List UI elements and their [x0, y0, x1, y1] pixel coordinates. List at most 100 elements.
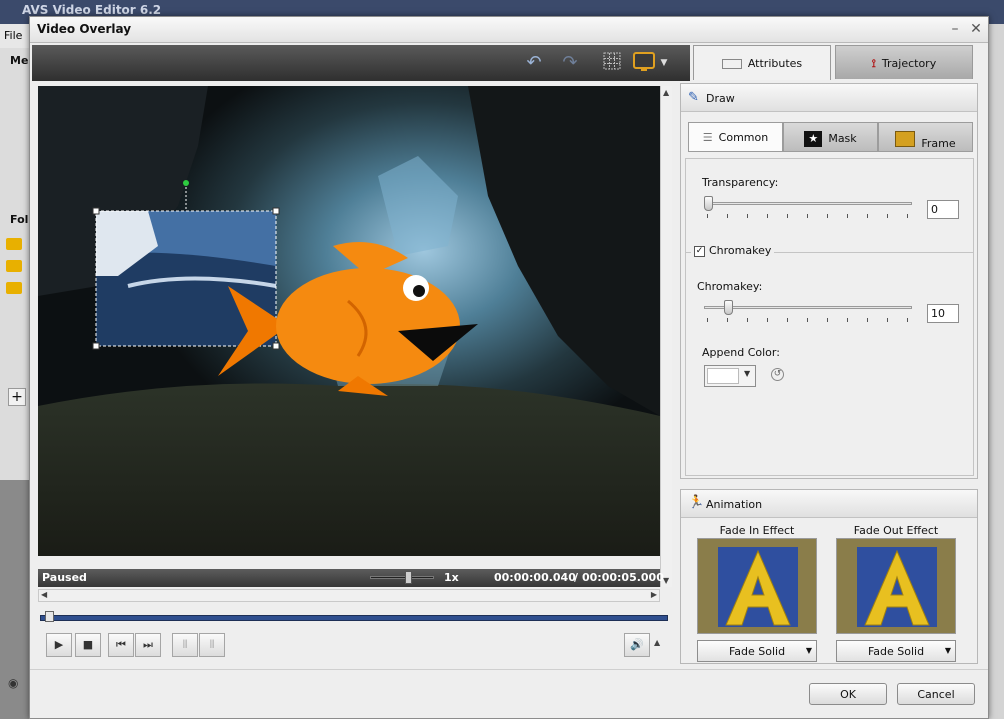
- fade-out-label: Fade Out Effect: [853, 524, 939, 537]
- chromakey-slider-track: [704, 306, 912, 309]
- running-figure-icon: 🏃: [688, 495, 705, 510]
- chromakey-checkbox[interactable]: ✓: [694, 245, 705, 257]
- chevron-down-icon: ▼: [744, 369, 751, 378]
- volume-expand-icon[interactable]: ▲: [654, 638, 660, 647]
- chevron-down-icon: ▼: [805, 646, 812, 655]
- transparency-ticks: [707, 214, 909, 218]
- brush-icon: ✎: [688, 90, 699, 105]
- next-frame-button[interactable]: ⏭: [135, 633, 161, 657]
- chromakey-slider[interactable]: [704, 300, 912, 320]
- previous-frame-button[interactable]: ⏮: [108, 633, 134, 657]
- folder-icon: [6, 260, 22, 272]
- playback-status: Paused: [42, 571, 87, 584]
- chromakey-slider-thumb[interactable]: [723, 300, 733, 315]
- draw-section: ✎ Draw ☰ Common ★ Mask Frame Transparency:…: [680, 83, 978, 479]
- append-color-swatch: [707, 368, 739, 384]
- draw-header: ✎ Draw: [681, 84, 977, 112]
- scroll-left-icon[interactable]: ◀: [41, 590, 47, 599]
- timeline-playhead[interactable]: [44, 611, 54, 622]
- add-icon[interactable]: +: [8, 388, 26, 406]
- speed-slider[interactable]: [370, 571, 434, 584]
- draw-header-label: Draw: [706, 92, 735, 105]
- stop-button[interactable]: ■: [75, 633, 101, 657]
- attributes-icon: [721, 59, 742, 69]
- mark-out-button[interactable]: ⫴: [199, 633, 225, 657]
- ok-button[interactable]: OK: [809, 683, 887, 705]
- tab-trajectory-label: Trajectory: [881, 57, 937, 70]
- grid-icon[interactable]: [600, 51, 624, 75]
- trajectory-icon: ⟟: [871, 57, 876, 70]
- animation-section: 🏃 Animation Fade In Effect Fade Out Effe…: [680, 489, 978, 664]
- player-status-bar: Paused 1x 00:00:00.040 / 00:00:05.000: [38, 569, 664, 587]
- monitor-icon[interactable]: [632, 51, 656, 75]
- transparency-value-input[interactable]: 0: [927, 200, 959, 219]
- mark-in-button[interactable]: ⫴: [172, 633, 198, 657]
- transparency-label: Transparency:: [702, 176, 779, 189]
- dialog-title: Video Overlay: [30, 17, 988, 43]
- tab-attributes-label: Attributes: [747, 57, 803, 70]
- video-preview[interactable]: [38, 86, 660, 556]
- undo-icon[interactable]: ↶: [522, 51, 546, 75]
- video-overlay-dialog: Video Overlay – ✕ ↶ ↷ ▼ Attributes ⟟ Traj…: [29, 16, 989, 719]
- subtab-common[interactable]: ☰ Common: [688, 122, 783, 152]
- cancel-button[interactable]: Cancel: [897, 683, 975, 705]
- tab-trajectory[interactable]: ⟟ Trajectory: [835, 45, 973, 79]
- background-menu-file[interactable]: File: [0, 24, 30, 48]
- subtab-frame-label: Frame: [921, 137, 956, 150]
- subtab-common-label: Common: [718, 131, 769, 144]
- time-separator: /: [574, 571, 579, 584]
- transparency-slider-track: [704, 202, 912, 205]
- timeline-track[interactable]: [40, 615, 668, 621]
- minimize-button[interactable]: –: [946, 20, 964, 38]
- play-button[interactable]: ▶: [46, 633, 72, 657]
- fade-in-preview[interactable]: [697, 538, 817, 634]
- fade-out-preview[interactable]: [836, 538, 956, 634]
- background-left-panel: Me Fol + ◉: [0, 48, 30, 719]
- append-color-label: Append Color:: [702, 346, 780, 359]
- fade-in-dropdown[interactable]: Fade Solid ▼: [697, 640, 817, 662]
- animation-header: 🏃 Animation: [681, 490, 977, 518]
- subtab-mask[interactable]: ★ Mask: [783, 122, 878, 152]
- footer-divider: [30, 669, 988, 670]
- common-icon: ☰: [702, 131, 713, 144]
- subtab-frame[interactable]: Frame: [878, 122, 973, 152]
- background-right-panel: [989, 24, 1004, 719]
- close-button[interactable]: ✕: [967, 20, 985, 38]
- transparency-slider-thumb[interactable]: [704, 196, 713, 211]
- folder-icon: [6, 282, 22, 294]
- chromakey-ticks: [707, 318, 909, 322]
- volume-button[interactable]: 🔊: [624, 633, 650, 657]
- underwater-scene-image: [38, 86, 660, 556]
- fade-in-value: Fade Solid: [728, 645, 786, 658]
- vertical-scrollbar[interactable]: ▲ ▼: [660, 86, 672, 587]
- animation-header-label: Animation: [706, 498, 763, 511]
- chromakey-label: Chromakey:: [697, 280, 763, 293]
- total-time: 00:00:05.000: [582, 571, 664, 584]
- fade-out-dropdown[interactable]: Fade Solid ▼: [836, 640, 956, 662]
- fade-out-value: Fade Solid: [867, 645, 925, 658]
- horizontal-scrollbar[interactable]: ◀ ▶: [38, 589, 660, 602]
- scroll-up-icon[interactable]: ▲: [663, 88, 669, 97]
- fade-in-label: Fade In Effect: [719, 524, 795, 537]
- attributes-panel: ✎ Draw ☰ Common ★ Mask Frame Transparency:…: [680, 81, 978, 664]
- playback-controls: ▶ ■ ⏮ ⏭ ⫴ ⫴ 🔊 ▲: [42, 633, 672, 661]
- tab-attributes[interactable]: Attributes: [693, 45, 831, 80]
- transparency-slider[interactable]: [704, 196, 912, 216]
- scroll-right-icon[interactable]: ▶: [651, 590, 657, 599]
- playback-speed: 1x: [444, 571, 459, 584]
- seek-timeline[interactable]: [40, 611, 670, 625]
- chevron-down-icon[interactable]: ▼: [657, 51, 671, 75]
- eye-icon[interactable]: ◉: [8, 676, 18, 690]
- append-color-picker[interactable]: ▼: [704, 365, 756, 387]
- chevron-down-icon: ▼: [944, 646, 951, 655]
- speed-slider-thumb[interactable]: [405, 571, 413, 584]
- redo-icon[interactable]: ↷: [558, 51, 582, 75]
- chromakey-value-input[interactable]: 10: [927, 304, 959, 323]
- overlay-toolbar: ↶ ↷ ▼: [32, 45, 690, 81]
- star-icon: ★: [804, 131, 823, 147]
- reset-color-icon[interactable]: ↺: [771, 368, 784, 381]
- frame-icon: [895, 131, 916, 147]
- background-menu-partial: Me: [10, 54, 29, 67]
- chromakey-checkbox-row[interactable]: ✓ Chromakey: [691, 244, 775, 257]
- subtab-mask-label: Mask: [828, 132, 857, 145]
